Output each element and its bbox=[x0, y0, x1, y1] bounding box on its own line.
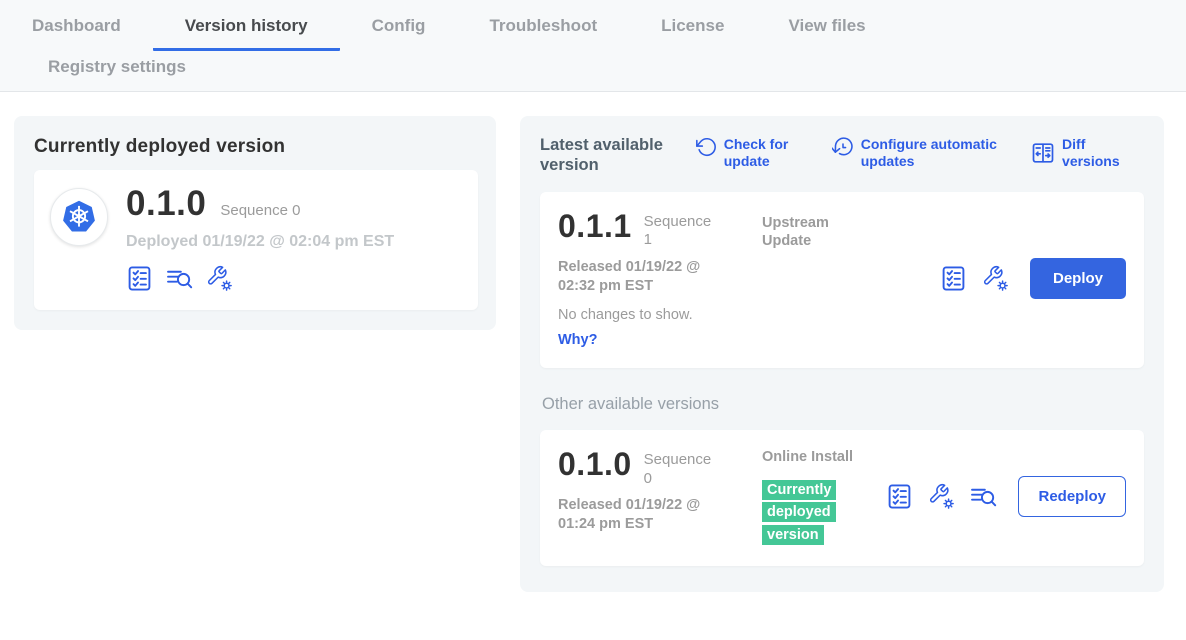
other-sequence-label: Sequence 0 bbox=[644, 448, 714, 489]
available-versions-header: Latest available version Check for updat… bbox=[540, 136, 1144, 176]
refresh-icon bbox=[695, 136, 717, 158]
deploy-logs-icon[interactable] bbox=[166, 265, 193, 292]
latest-version-card: 0.1.1 Sequence 1 Released 01/19/22 @ 02:… bbox=[540, 192, 1144, 368]
currently-deployed-panel: Currently deployed version 0.1.0 Sequenc… bbox=[14, 116, 496, 330]
latest-available-title: Latest available version bbox=[540, 136, 669, 176]
edit-config-icon[interactable] bbox=[206, 265, 233, 292]
deployed-version-number: 0.1.0 bbox=[126, 184, 206, 224]
preflight-checks-icon[interactable] bbox=[940, 265, 967, 292]
no-changes-note: No changes to show. bbox=[558, 307, 746, 323]
diff-icon bbox=[1031, 141, 1055, 165]
main-nav: Dashboard Version history Config Trouble… bbox=[0, 0, 1186, 92]
tab-license[interactable]: License bbox=[629, 6, 756, 51]
configure-automatic-updates-link[interactable]: Configure automatic updates bbox=[832, 136, 1019, 169]
other-released-timestamp: Released 01/19/22 @ 01:24 pm EST bbox=[558, 496, 734, 534]
check-for-update-label: Check for update bbox=[724, 136, 814, 169]
other-version-source: Online Install bbox=[762, 448, 858, 467]
primary-tabs: Dashboard Version history Config Trouble… bbox=[0, 6, 1186, 51]
other-version-card: 0.1.0 Sequence 0 Released 01/19/22 @ 01:… bbox=[540, 430, 1144, 566]
tab-troubleshoot[interactable]: Troubleshoot bbox=[457, 6, 629, 51]
latest-version-number: 0.1.1 bbox=[558, 210, 632, 244]
diff-versions-label: Diff versions bbox=[1062, 136, 1144, 169]
secondary-tabs: Registry settings bbox=[0, 51, 1186, 91]
currently-deployed-title: Currently deployed version bbox=[34, 136, 478, 158]
deployed-version-card: 0.1.0 Sequence 0 Deployed 01/19/22 @ 02:… bbox=[34, 170, 478, 310]
scheduled-update-icon bbox=[832, 136, 854, 158]
latest-version-source: Upstream Update bbox=[762, 210, 858, 348]
preflight-checks-icon[interactable] bbox=[126, 265, 153, 292]
tab-dashboard[interactable]: Dashboard bbox=[0, 6, 153, 51]
deployed-timestamp: Deployed 01/19/22 @ 02:04 pm EST bbox=[126, 233, 394, 251]
currently-deployed-badge: Currently deployed version bbox=[762, 480, 836, 545]
kubernetes-icon bbox=[61, 199, 97, 235]
edit-config-icon[interactable] bbox=[928, 483, 955, 510]
deployed-sequence-label: Sequence 0 bbox=[220, 202, 300, 219]
deploy-logs-icon[interactable] bbox=[970, 483, 997, 510]
tab-config[interactable]: Config bbox=[340, 6, 458, 51]
tab-view-files[interactable]: View files bbox=[756, 6, 897, 51]
available-versions-panel: Latest available version Check for updat… bbox=[520, 116, 1164, 592]
why-link[interactable]: Why? bbox=[558, 332, 597, 348]
redeploy-button[interactable]: Redeploy bbox=[1018, 476, 1126, 517]
diff-versions-link[interactable]: Diff versions bbox=[1031, 136, 1144, 169]
latest-released-timestamp: Released 01/19/22 @ 02:32 pm EST bbox=[558, 258, 734, 296]
latest-sequence-label: Sequence 1 bbox=[644, 210, 714, 251]
app-logo bbox=[50, 188, 108, 246]
tab-registry-settings[interactable]: Registry settings bbox=[0, 51, 218, 91]
preflight-checks-icon[interactable] bbox=[886, 483, 913, 510]
content-area: Currently deployed version 0.1.0 Sequenc… bbox=[0, 92, 1186, 592]
configure-automatic-updates-label: Configure automatic updates bbox=[861, 136, 1019, 169]
tab-version-history[interactable]: Version history bbox=[153, 6, 340, 51]
edit-config-icon[interactable] bbox=[982, 265, 1009, 292]
check-for-update-link[interactable]: Check for update bbox=[695, 136, 814, 169]
other-version-number: 0.1.0 bbox=[558, 448, 632, 482]
other-available-versions-title: Other available versions bbox=[542, 395, 1144, 414]
deploy-button[interactable]: Deploy bbox=[1030, 258, 1126, 299]
